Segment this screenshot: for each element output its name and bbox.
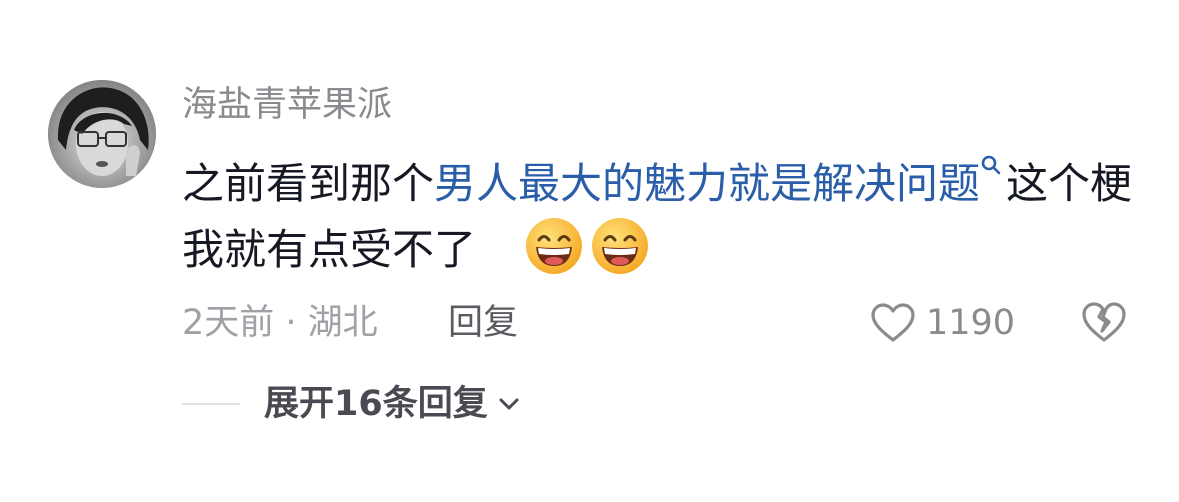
dislike-button[interactable] bbox=[1080, 300, 1128, 348]
chevron-down-icon bbox=[499, 398, 519, 410]
grinning-face-emoji bbox=[526, 218, 583, 274]
reply-button[interactable]: 回复 bbox=[448, 298, 518, 348]
comment-item: 海盐青苹果派 之前看到那个男人最大的魅力就是解决问题 这个梗我就有点受不了 2天… bbox=[0, 0, 1179, 502]
like-button[interactable]: 1190 bbox=[870, 298, 1015, 348]
broken-heart-icon bbox=[1082, 302, 1126, 342]
topic-link[interactable]: 男人最大的魅力就是解决问题 bbox=[434, 159, 980, 208]
avatar[interactable] bbox=[48, 80, 156, 188]
heart-outline-icon bbox=[871, 303, 915, 342]
comment-meta: 2天前 · 湖北 bbox=[182, 303, 378, 343]
comment-text: 之前看到那个男人最大的魅力就是解决问题 这个梗我就有点受不了 bbox=[182, 152, 1142, 294]
search-icon[interactable] bbox=[980, 154, 1002, 184]
comment-text-before: 之前看到那个 bbox=[182, 159, 435, 208]
avatar-image bbox=[48, 80, 156, 188]
emoji-group bbox=[524, 216, 656, 294]
username[interactable]: 海盐青苹果派 bbox=[182, 82, 392, 128]
expand-replies-label: 展开16条回复 bbox=[264, 384, 488, 424]
divider-line bbox=[182, 403, 240, 405]
like-count: 1190 bbox=[926, 303, 1016, 343]
expand-replies-button[interactable]: 展开16条回复 bbox=[182, 380, 522, 428]
comment-meta-row: 2天前 · 湖北 回复 1190 bbox=[182, 298, 1142, 348]
grinning-face-emoji bbox=[592, 218, 649, 274]
